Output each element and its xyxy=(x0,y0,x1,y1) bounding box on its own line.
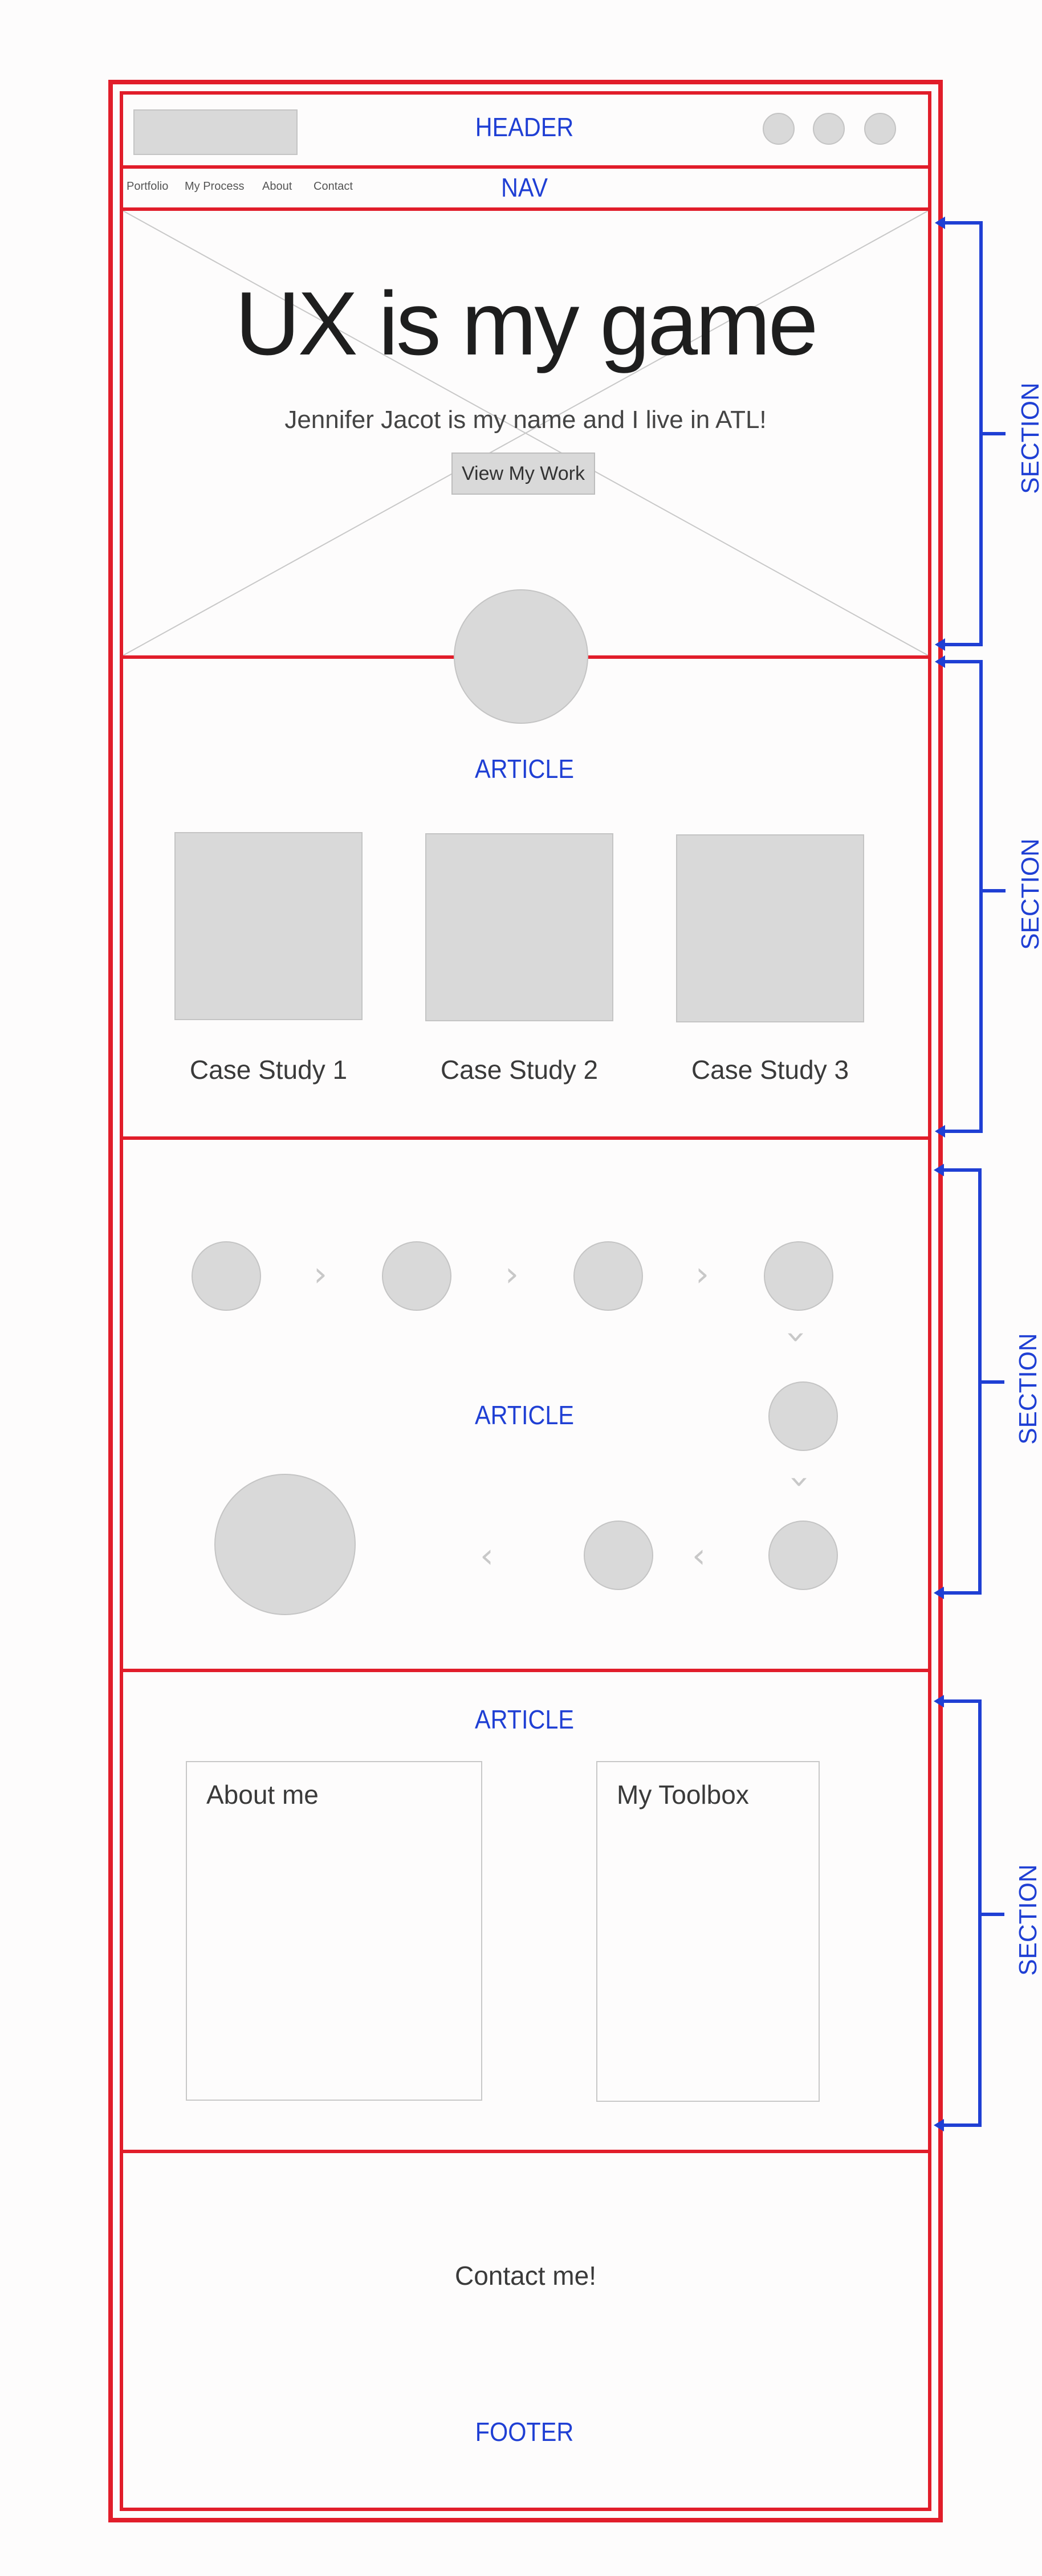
nav-link-contact[interactable]: Contact xyxy=(314,180,353,193)
contact-me-link[interactable]: Contact me! xyxy=(131,2260,920,2291)
process-final-circle xyxy=(214,1474,356,1615)
process-step-6-circle xyxy=(768,1521,838,1590)
nav-label: NAV xyxy=(500,173,548,202)
process-step-7-circle xyxy=(584,1521,653,1590)
case-study-3-label[interactable]: Case Study 3 xyxy=(676,1054,864,1085)
about-article-label: ARTICLE xyxy=(474,1705,575,1734)
chevron-right-icon: › xyxy=(314,1254,327,1294)
view-my-work-label: View My Work xyxy=(461,462,585,484)
section-3-bracket-tick xyxy=(982,1380,1004,1384)
section-4-bracket xyxy=(934,1695,982,2131)
chevron-left-icon: ‹ xyxy=(692,1536,706,1576)
section-1-bracket-tick xyxy=(983,432,1006,435)
case-study-2-label[interactable]: Case Study 2 xyxy=(425,1054,613,1085)
social-icon-1[interactable] xyxy=(763,113,795,145)
my-toolbox-title: My Toolbox xyxy=(617,1780,749,1809)
about-me-title: About me xyxy=(206,1780,319,1809)
header-divider xyxy=(120,165,931,169)
process-divider xyxy=(120,1669,931,1672)
case-study-3-thumbnail[interactable] xyxy=(676,834,864,1022)
section-2-bracket xyxy=(935,655,983,1138)
section-3-label: SECTION xyxy=(1013,1333,1042,1445)
section-4-bracket-tick xyxy=(982,1913,1004,1916)
hero-subtitle: Jennifer Jacot is my name and I live in … xyxy=(284,406,767,434)
section-3-bracket xyxy=(934,1164,982,1599)
social-icon-3[interactable] xyxy=(864,113,896,145)
chevron-right-icon: › xyxy=(505,1254,519,1294)
process-step-3-circle xyxy=(573,1241,643,1311)
profile-avatar xyxy=(454,589,588,724)
logo-placeholder[interactable] xyxy=(133,109,298,155)
section-2-label: SECTION xyxy=(1016,838,1042,950)
about-me-card: About me xyxy=(186,1761,482,2101)
my-toolbox-card: My Toolbox xyxy=(596,1761,820,2102)
process-step-1-circle xyxy=(192,1241,261,1311)
case-study-1-thumbnail[interactable] xyxy=(174,832,363,1020)
process-step-2-circle xyxy=(382,1241,451,1311)
case-study-2-thumbnail[interactable] xyxy=(425,833,613,1021)
process-step-4-circle xyxy=(764,1241,833,1311)
nav-link-about[interactable]: About xyxy=(262,180,292,193)
view-my-work-button[interactable]: View My Work xyxy=(451,453,595,495)
about-divider xyxy=(120,2150,931,2153)
case-studies-divider xyxy=(120,1136,931,1140)
chevron-down-icon: › xyxy=(780,1475,820,1489)
section-1-bracket xyxy=(935,217,983,651)
process-article-label: ARTICLE xyxy=(474,1400,575,1430)
process-step-5-circle xyxy=(768,1381,838,1451)
footer-label: FOOTER xyxy=(475,2417,574,2447)
section-1-label: SECTION xyxy=(1016,382,1042,494)
section-4-label: SECTION xyxy=(1013,1864,1042,1976)
social-icon-2[interactable] xyxy=(813,113,845,145)
hero-title: UX is my game xyxy=(235,274,818,374)
chevron-down-icon: › xyxy=(777,1330,817,1344)
header-label: HEADER xyxy=(475,112,574,142)
chevron-right-icon: › xyxy=(695,1254,709,1294)
section-2-bracket-tick xyxy=(983,889,1006,892)
nav-link-my-process[interactable]: My Process xyxy=(185,180,244,193)
nav-link-portfolio[interactable]: Portfolio xyxy=(127,180,168,193)
case-studies-article-label: ARTICLE xyxy=(474,754,575,784)
chevron-left-icon: ‹ xyxy=(480,1536,494,1576)
case-study-1-label[interactable]: Case Study 1 xyxy=(174,1054,363,1085)
